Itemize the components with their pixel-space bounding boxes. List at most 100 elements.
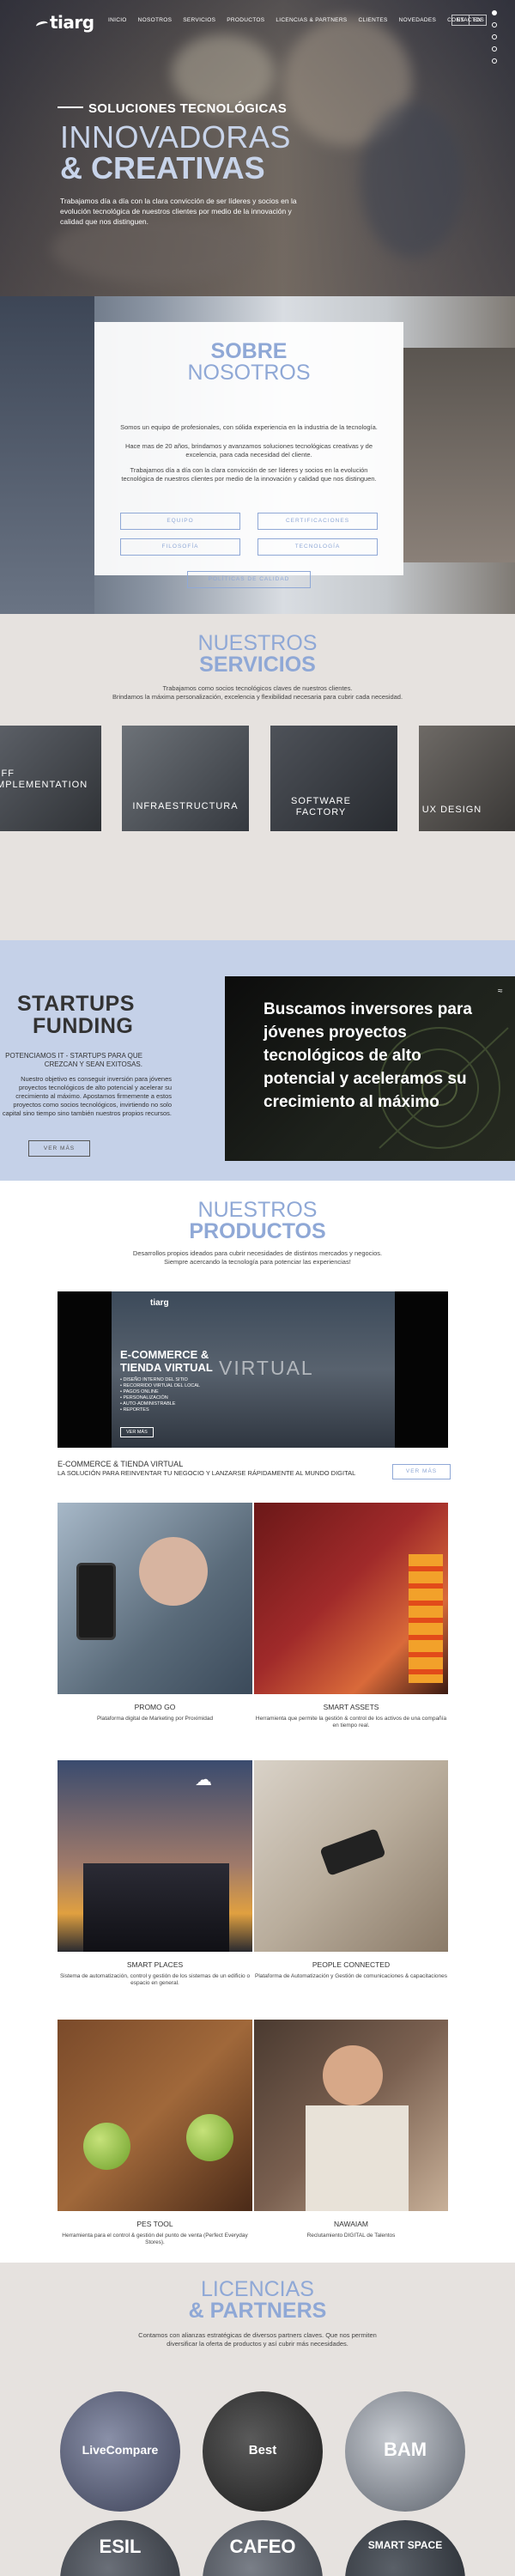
language-switcher: ES EN — [451, 15, 487, 26]
startups-paragraph: Nuestro objetivo es conseguir inversión … — [2, 1075, 172, 1117]
about-button-filosofia[interactable]: FILOSOFÍA — [120, 538, 240, 556]
products-p1: Desarrollos propios ideados para cubrir … — [132, 1249, 383, 1257]
about-photo-right — [403, 348, 515, 562]
hero-photo-shape — [360, 103, 464, 258]
section-dot[interactable] — [492, 10, 497, 15]
hero-title-line2: & CREATIVAS — [60, 150, 265, 185]
startups-title-line1: STARTUPS — [17, 992, 135, 1016]
skyline-shape — [83, 1863, 229, 1952]
about-p1: Somos un equipo de profesionales, con só… — [120, 423, 378, 431]
product-image-promo-go[interactable] — [58, 1503, 252, 1694]
lang-es[interactable]: ES — [452, 15, 469, 25]
partner-label: LiveCompare — [82, 2443, 159, 2457]
product-caption-smart-places: SMART PLACES Sistema de automatización, … — [59, 1960, 251, 1986]
services-p1: Trabajamos como socios tecnológicos clav… — [162, 684, 353, 692]
licenses-title-line2: & PARTNERS — [188, 2299, 327, 2323]
about-section: SOBRE NOSOTROS Somos un equipo de profes… — [0, 296, 515, 614]
product-image-pes-tool[interactable] — [58, 2020, 252, 2211]
video-feature-list: • DISEÑO INTERNO DEL SITIO • RECORRIDO V… — [120, 1377, 201, 1413]
service-tile-infraestructura[interactable]: INFRAESTRUCTURA — [122, 726, 249, 831]
video-logo: tiarg — [150, 1298, 169, 1308]
about-card: SOBRE NOSOTROS Somos un equipo de profes… — [94, 322, 403, 588]
video-ver-mas-button[interactable]: VER MÁS — [120, 1427, 154, 1437]
cloud-icon: ☁ — [195, 1771, 212, 1789]
hero-paragraph: Trabajamos día a día con la clara convic… — [60, 197, 297, 226]
service-tile-label: SOFTWARE FACTORY — [291, 796, 351, 817]
logo-swoosh-icon — [35, 20, 49, 30]
about-p3: Trabajamos día a día con la clara convic… — [121, 466, 377, 483]
service-tile-ux-design[interactable]: UX DESIGN — [419, 726, 515, 831]
about-p2: Hace mas de 20 años, brindamos y avanzam… — [124, 442, 373, 459]
about-photo-left — [0, 296, 94, 614]
person-shape — [139, 1537, 208, 1606]
product-image-nawaiam[interactable] — [254, 2020, 448, 2211]
section-dot[interactable] — [492, 58, 497, 64]
section-dot[interactable] — [492, 22, 497, 27]
person-shape — [323, 2045, 383, 2105]
startups-title-line2: FUNDING — [33, 1014, 134, 1038]
featured-product-title: E-COMMERCE & TIENDA VIRTUAL — [58, 1460, 184, 1468]
product-image-smart-assets[interactable] — [254, 1503, 448, 1694]
products-title-line2: PRODUCTOS — [189, 1219, 326, 1243]
video-title: E-COMMERCE & TIENDA VIRTUAL — [120, 1348, 213, 1374]
video-watermark: VIRTUAL — [219, 1357, 314, 1379]
about-button-certificaciones[interactable]: CERTIFICACIONES — [258, 513, 378, 530]
section-dot[interactable] — [492, 46, 497, 52]
nav-item-nosotros[interactable]: NOSOTROS — [138, 17, 173, 23]
product-image-smart-places[interactable]: ☁ — [58, 1760, 252, 1952]
about-button-equipo[interactable]: EQUIPO — [120, 513, 240, 530]
startups-panel: ≈ Buscamos inversores para jóvenes proye… — [225, 976, 515, 1161]
nav-item-licencias[interactable]: LICENCIAS & PARTNERS — [276, 17, 347, 23]
apple-shape — [83, 2123, 130, 2170]
services-title-line2: SERVICIOS — [199, 653, 316, 677]
lang-en[interactable]: EN — [468, 15, 486, 25]
panel-logo-icon: ≈ — [498, 987, 503, 996]
licenses-p1: Contamos con alianzas estratégicas de di… — [138, 2331, 377, 2339]
service-tile-implementation[interactable]: OFF IMPLEMENTATION — [0, 726, 101, 831]
startups-ver-mas-button[interactable]: VER MÁS — [28, 1140, 90, 1157]
product-caption-nawaiam: NAWAIAM Reclutamiento DIGITAL de Talento… — [306, 2220, 396, 2239]
hero-divider — [58, 106, 83, 108]
partner-livecompare[interactable]: LiveCompare — [60, 2391, 180, 2512]
nav-item-clientes[interactable]: CLIENTES — [358, 17, 387, 23]
product-caption-promo-go: PROMO GO Plataforma digital de Marketing… — [96, 1703, 214, 1722]
partner-best[interactable]: Best — [203, 2391, 323, 2512]
apple-shape — [186, 2114, 233, 2161]
startups-subtitle: POTENCIAMOS IT - STARTUPS PARA QUE CREZC… — [5, 1052, 142, 1068]
about-title-line2: NOSOTROS — [187, 361, 311, 385]
nav-item-servicios[interactable]: SERVICIOS — [183, 17, 215, 23]
service-tile-label: UX DESIGN — [421, 805, 482, 815]
about-button-politicas[interactable]: POLÍTICAS DE CALIDAD — [187, 571, 311, 588]
startups-panel-text: Buscamos inversores para jóvenes proyect… — [264, 1000, 472, 1111]
featured-ver-mas-button[interactable]: VER MÁS — [392, 1464, 451, 1479]
service-tile-label: INFRAESTRUCTURA — [132, 801, 239, 811]
section-dot[interactable] — [492, 34, 497, 39]
bottles-shape — [409, 1554, 443, 1683]
product-caption-pes-tool: PES TOOL Herramienta para el control & g… — [62, 2220, 248, 2245]
phone-shape — [76, 1563, 116, 1640]
hero-kicker: SOLUCIONES TECNOLÓGICAS — [88, 101, 288, 116]
services-p2: Brindamos la máxima personalización, exc… — [112, 693, 403, 701]
section-dots-nav — [492, 10, 497, 64]
featured-product-subtitle: LA SOLUCIÓN PARA REINVENTAR TU NEGOCIO Y… — [58, 1469, 356, 1477]
nav-item-inicio[interactable]: INICIO — [108, 17, 127, 23]
partner-label: SMART SPACE — [367, 2539, 443, 2551]
about-button-tecnologia[interactable]: TECNOLOGÍA — [258, 538, 378, 556]
nav-item-novedades[interactable]: NOVEDADES — [399, 17, 437, 23]
product-caption-smart-assets: SMART ASSETS Herramienta que permite la … — [255, 1703, 447, 1728]
service-tile-software-factory[interactable]: SOFTWARE FACTORY — [270, 726, 397, 831]
person-body-shape — [306, 2105, 409, 2211]
brand-logo[interactable]: tiarg — [35, 12, 94, 33]
service-tile-label: OFF IMPLEMENTATION — [0, 769, 88, 790]
product-caption-people-connected: PEOPLE CONNECTED Plataforma de Automatiz… — [254, 1960, 447, 1979]
partner-label: CAFEO — [229, 2536, 296, 2557]
products-p2: Siempre acercando la tecnología para pot… — [164, 1258, 351, 1266]
phone-shape — [319, 1828, 386, 1876]
licenses-p2: diversificar la oferta de productos y as… — [167, 2340, 348, 2348]
partner-label: Best — [248, 2443, 277, 2458]
partner-label: ESIL — [99, 2536, 142, 2557]
partner-bam[interactable]: BAM — [345, 2391, 465, 2512]
partner-label: BAM — [383, 2439, 427, 2460]
product-image-people-connected[interactable] — [254, 1760, 448, 1952]
nav-item-productos[interactable]: PRODUCTOS — [227, 17, 264, 23]
